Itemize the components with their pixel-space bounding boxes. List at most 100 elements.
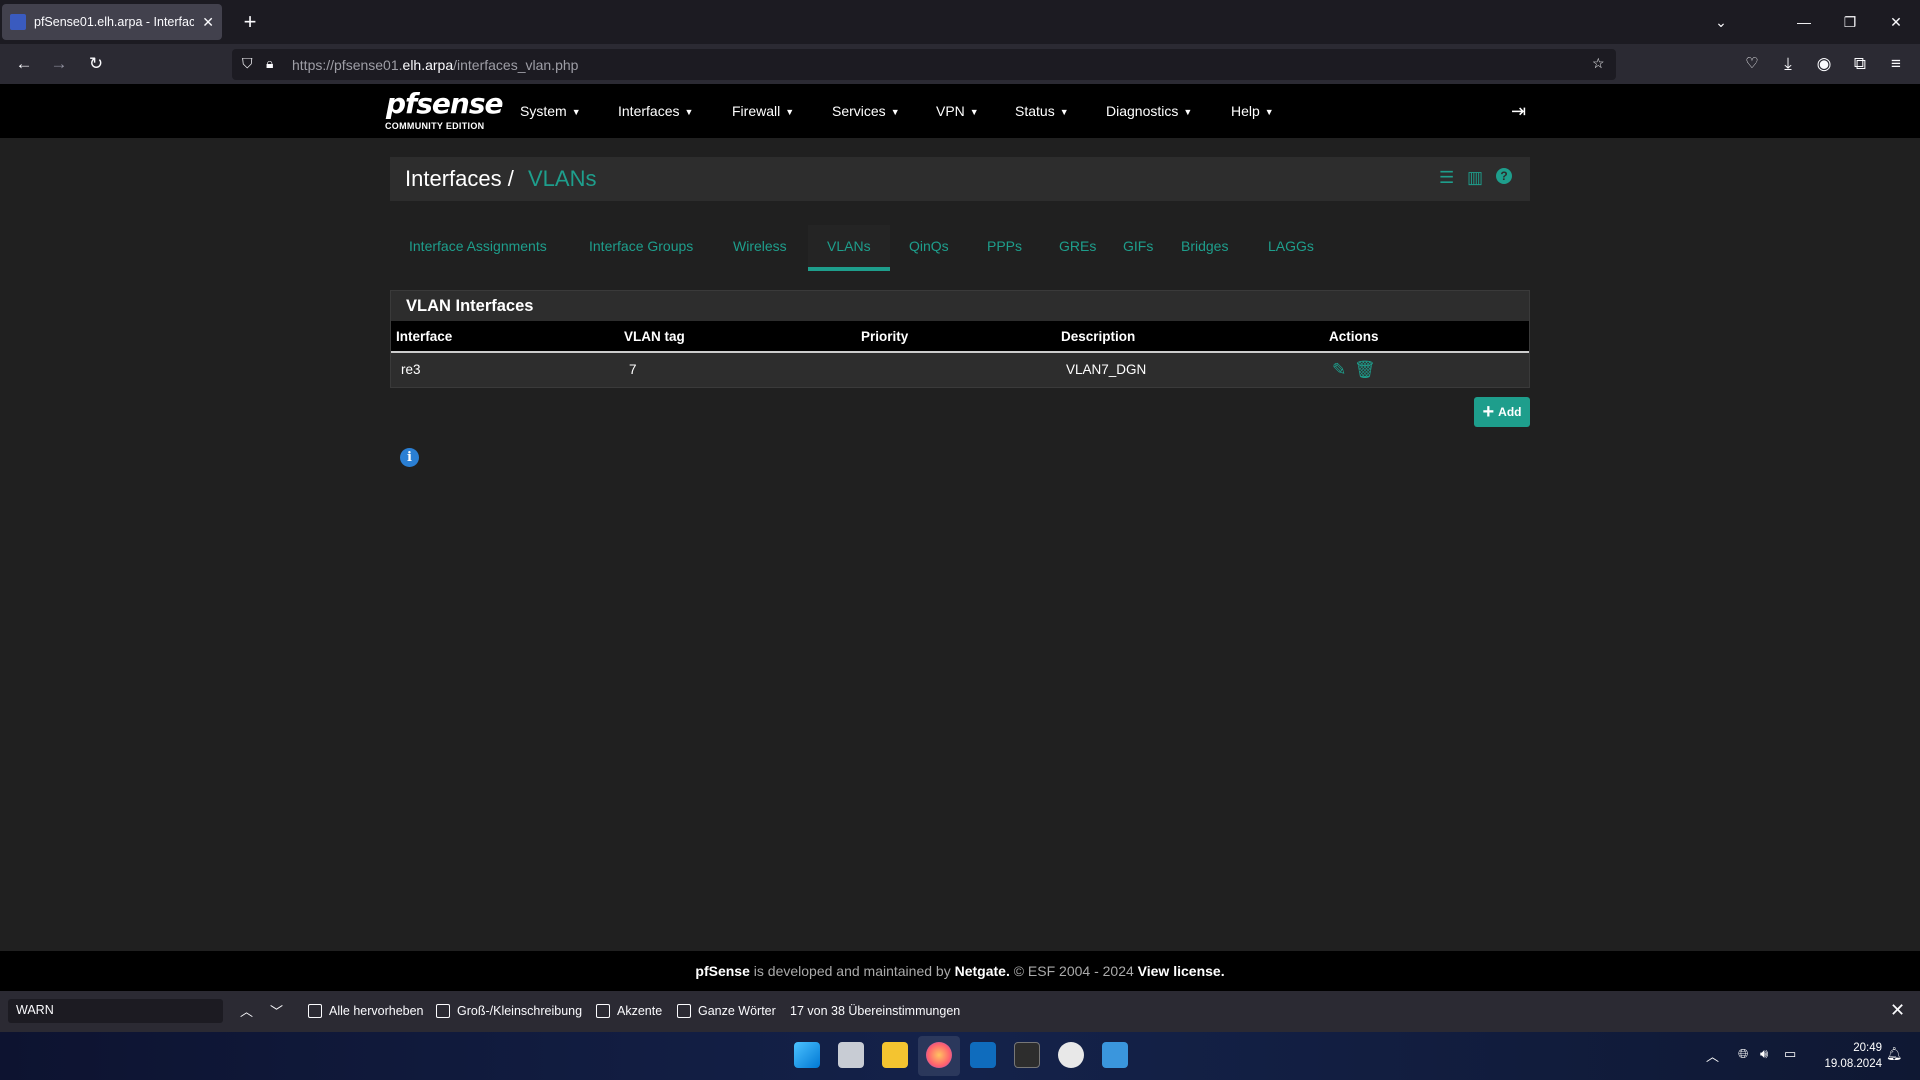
breadcrumb-current[interactable]: VLANs bbox=[528, 166, 596, 192]
tab-bridges[interactable]: Bridges bbox=[1162, 225, 1247, 271]
account-icon[interactable]: ◉ bbox=[1810, 50, 1838, 78]
active-app-indicator bbox=[918, 1036, 960, 1076]
menu-help[interactable]: Help ▼ bbox=[1231, 84, 1274, 138]
view-license-link[interactable]: View license. bbox=[1138, 963, 1225, 979]
caret-down-icon: ▼ bbox=[890, 107, 900, 117]
forward-arrow-icon[interactable]: → bbox=[45, 50, 73, 78]
footer-company-link[interactable]: Netgate. bbox=[955, 963, 1010, 979]
menu-status[interactable]: Status ▼ bbox=[1015, 84, 1069, 138]
vlan-interfaces-panel: VLAN Interfaces Interface VLAN tag Prior… bbox=[390, 290, 1530, 388]
outlook-icon[interactable] bbox=[970, 1042, 996, 1068]
add-button[interactable]: + Add bbox=[1474, 397, 1530, 427]
cell-vlan-tag: 7 bbox=[629, 362, 637, 377]
new-tab-button[interactable]: + bbox=[236, 8, 264, 36]
settings-sliders-icon[interactable]: ☰ bbox=[1439, 168, 1454, 188]
tab-interface-groups[interactable]: Interface Groups bbox=[570, 225, 712, 271]
minimize-button[interactable]: — bbox=[1781, 0, 1827, 44]
close-window-button[interactable]: ✕ bbox=[1873, 0, 1919, 44]
checkbox-icon bbox=[596, 1004, 610, 1018]
task-view-icon[interactable] bbox=[838, 1042, 864, 1068]
find-next-icon[interactable]: ﹀ bbox=[270, 1001, 283, 1020]
match-diacritics-checkbox[interactable]: Akzente bbox=[596, 1004, 662, 1018]
tab-interface-assignments[interactable]: Interface Assignments bbox=[390, 225, 566, 271]
tab-vlans[interactable]: VLANs bbox=[808, 225, 890, 271]
terminal-icon[interactable] bbox=[1014, 1042, 1040, 1068]
windows-taskbar: ︿ 🌐︎ 🔊︎ ▭ 20:49 19.08.2024 🔔︎ bbox=[0, 1032, 1920, 1080]
start-icon[interactable] bbox=[794, 1042, 820, 1068]
tab-qinqs[interactable]: QinQs bbox=[890, 225, 968, 271]
column-header-priority[interactable]: Priority bbox=[861, 329, 908, 344]
tray-chevron-icon[interactable]: ︿ bbox=[1706, 1046, 1719, 1065]
notification-bell-icon[interactable]: 🔔︎ bbox=[1886, 1046, 1903, 1062]
edit-pencil-icon[interactable]: ✎ bbox=[1332, 360, 1346, 380]
match-case-checkbox[interactable]: Groß-/Kleinschreibung bbox=[436, 1004, 582, 1018]
footer-brand[interactable]: pfSense bbox=[695, 963, 749, 979]
logout-icon[interactable]: ⇥ bbox=[1511, 101, 1526, 122]
menu-diagnostics[interactable]: Diagnostics ▼ bbox=[1106, 84, 1192, 138]
restore-button[interactable]: ❐ bbox=[1827, 0, 1873, 44]
page-header: Interfaces / VLANs ☰ ▥ ? bbox=[390, 157, 1530, 201]
checkbox-icon bbox=[436, 1004, 450, 1018]
lock-icon[interactable]: 🔒︎ bbox=[266, 55, 273, 72]
network-globe-icon[interactable]: 🌐︎ bbox=[1738, 1046, 1748, 1062]
column-header-vlan-tag[interactable]: VLAN tag bbox=[624, 329, 685, 344]
volume-icon[interactable]: 🔊︎ bbox=[1760, 1046, 1768, 1062]
highlight-all-checkbox[interactable]: Alle hervorheben bbox=[308, 1004, 424, 1018]
download-icon[interactable]: ⤓ bbox=[1774, 50, 1802, 78]
cell-interface: re3 bbox=[401, 362, 421, 377]
browser-tab[interactable]: pfSense01.elh.arpa - Interfaces: VLANs ✕ bbox=[2, 4, 222, 40]
tab-list-icon[interactable]: ⌄ bbox=[1698, 0, 1744, 44]
reload-icon[interactable]: ↻ bbox=[82, 50, 110, 78]
caret-down-icon: ▼ bbox=[1183, 107, 1193, 117]
close-tab-icon[interactable]: ✕ bbox=[202, 14, 214, 31]
address-bar[interactable]: ⛉ 🔒︎ https://pfsense01.elh.arpa/interfac… bbox=[232, 49, 1616, 80]
caret-down-icon: ▼ bbox=[785, 107, 795, 117]
back-arrow-icon[interactable]: ← bbox=[10, 50, 38, 78]
whole-words-checkbox[interactable]: Ganze Wörter bbox=[677, 1004, 776, 1018]
menu-icon[interactable]: ≡ bbox=[1882, 50, 1910, 78]
menu-interfaces[interactable]: Interfaces ▼ bbox=[618, 84, 693, 138]
interface-tabs: Interface Assignments Interface Groups W… bbox=[390, 225, 1530, 271]
panel-title: VLAN Interfaces bbox=[406, 297, 534, 315]
tab-wireless[interactable]: Wireless bbox=[714, 225, 806, 271]
app-icon[interactable] bbox=[1058, 1042, 1084, 1068]
chart-icon[interactable]: ▥ bbox=[1467, 168, 1483, 188]
checkbox-icon bbox=[677, 1004, 691, 1018]
info-icon[interactable]: i bbox=[400, 448, 419, 467]
find-input[interactable]: WARN bbox=[8, 999, 223, 1023]
menu-system[interactable]: System ▼ bbox=[520, 84, 581, 138]
shield-icon[interactable]: ⛉ bbox=[242, 55, 253, 72]
pfsense-navbar: pfsense COMMUNITY EDITION System ▼ Interf… bbox=[0, 84, 1920, 138]
column-header-interface[interactable]: Interface bbox=[396, 329, 452, 344]
column-header-actions: Actions bbox=[1329, 329, 1379, 344]
caret-down-icon: ▼ bbox=[684, 107, 694, 117]
close-find-bar-icon[interactable]: ✕ bbox=[1890, 1000, 1905, 1021]
match-count: 17 von 38 Übereinstimmungen bbox=[790, 1004, 961, 1018]
plus-icon: + bbox=[1482, 401, 1495, 423]
remote-desktop-icon[interactable] bbox=[1102, 1042, 1128, 1068]
pfsense-logo[interactable]: pfsense COMMUNITY EDITION bbox=[384, 87, 503, 133]
pocket-icon[interactable]: ♡ bbox=[1738, 50, 1766, 78]
file-explorer-icon[interactable] bbox=[882, 1042, 908, 1068]
column-header-description[interactable]: Description bbox=[1061, 329, 1135, 344]
find-bar: WARN ︿ ﹀ Alle hervorheben Groß-/Kleinsch… bbox=[0, 991, 1920, 1032]
menu-vpn[interactable]: VPN ▼ bbox=[936, 84, 979, 138]
extensions-icon[interactable]: ⧉ bbox=[1846, 50, 1874, 78]
url-text[interactable]: https://pfsense01.elh.arpa/interfaces_vl… bbox=[292, 57, 578, 73]
delete-trash-icon[interactable]: 🗑︎ bbox=[1354, 360, 1376, 380]
system-clock[interactable]: 20:49 19.08.2024 bbox=[1812, 1040, 1882, 1072]
tab-laggs[interactable]: LAGGs bbox=[1249, 225, 1333, 271]
bookmark-star-icon[interactable]: ☆ bbox=[1592, 55, 1605, 72]
menu-firewall[interactable]: Firewall ▼ bbox=[732, 84, 794, 138]
tab-title: pfSense01.elh.arpa - Interfaces: VLANs bbox=[34, 15, 195, 29]
battery-icon[interactable]: ▭ bbox=[1784, 1046, 1796, 1062]
breadcrumb-root[interactable]: Interfaces / bbox=[405, 166, 514, 192]
checkbox-icon bbox=[308, 1004, 322, 1018]
find-previous-icon[interactable]: ︿ bbox=[240, 1001, 253, 1020]
help-icon[interactable]: ? bbox=[1496, 168, 1512, 184]
caret-down-icon: ▼ bbox=[1264, 107, 1274, 117]
menu-services[interactable]: Services ▼ bbox=[832, 84, 900, 138]
table-row[interactable]: re3 7 VLAN7_DGN ✎ 🗑︎ bbox=[391, 355, 1529, 387]
pfsense-favicon-icon bbox=[10, 14, 26, 30]
tab-ppps[interactable]: PPPs bbox=[968, 225, 1041, 271]
